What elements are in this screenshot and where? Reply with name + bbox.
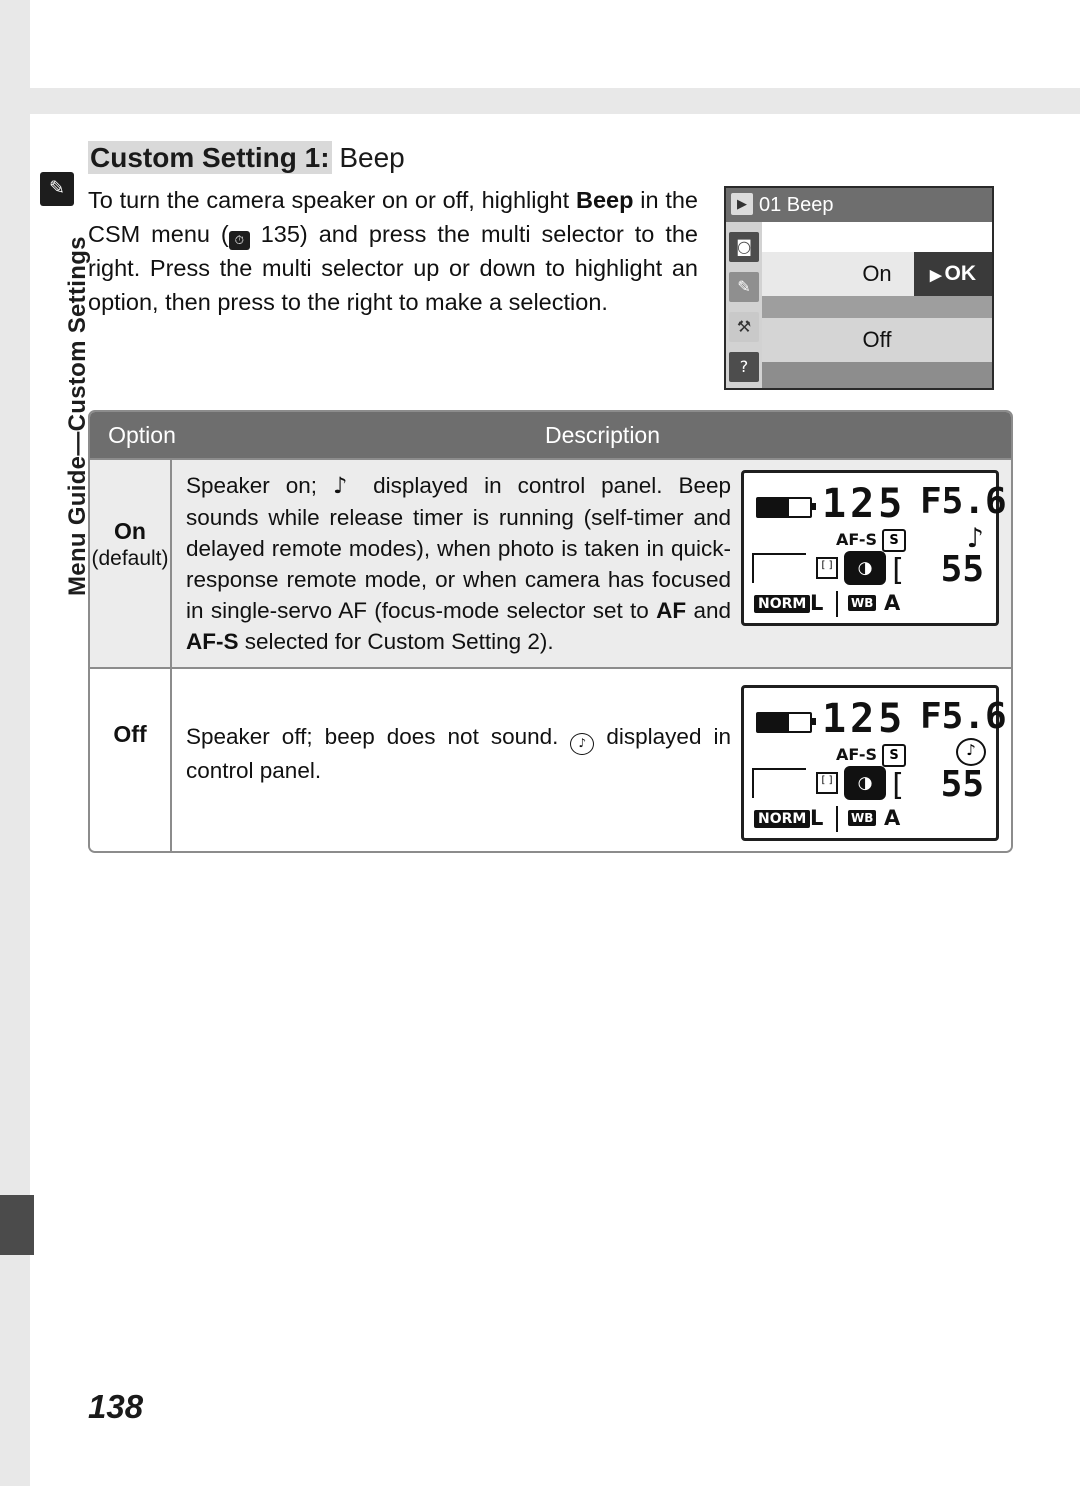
camera-icon[interactable]: ◙ xyxy=(729,232,759,262)
control-panel-illustration-on: 125 F5.6 AF-S S ♪ [ ] ◑ [ 55 NORM L WB A xyxy=(741,470,1007,626)
aperture-value: F5.6 xyxy=(920,696,1007,737)
metering-mode-icon: ◑ xyxy=(844,551,886,585)
description-cell-off: Speaker off; beep does not sound. ♪ disp… xyxy=(172,669,1011,851)
white-balance-value: A xyxy=(884,806,901,830)
option-label-off: Off xyxy=(113,721,147,747)
option-cell-off: Off xyxy=(90,669,172,851)
self-timer-icon: ⏱ xyxy=(228,231,250,250)
left-chapter-tab xyxy=(0,1195,34,1255)
play-icon: ▶ xyxy=(731,193,753,215)
menu-row-blank-bottom xyxy=(762,362,992,388)
table-header-row: Option Description xyxy=(90,412,1011,458)
description-cell-on: Speaker on; ♪ displayed in control panel… xyxy=(172,460,1011,667)
ok-arrow-icon: ▶ xyxy=(929,267,942,284)
panel-rule-horizontal xyxy=(752,768,806,770)
desc-on-bold-af: AF xyxy=(656,598,687,623)
control-panel-illustration-off: 125 F5.6 AF-S S ♪ [ ] ◑ [ 55 NORM L WB A xyxy=(741,685,1007,841)
aperture-value: F5.6 xyxy=(920,481,1007,522)
description-text-off: Speaker off; beep does not sound. ♪ disp… xyxy=(186,679,731,841)
beep-note-icon: ♪ xyxy=(333,473,358,499)
pencil-icon[interactable]: ✎ xyxy=(729,272,759,302)
option-default-note: (default) xyxy=(91,547,169,570)
page-title: Custom Setting 1: Beep xyxy=(88,141,405,174)
af-mode-label: AF-S xyxy=(836,530,877,549)
desc-on-mid2: and xyxy=(686,598,731,623)
shutter-speed-value: 125 xyxy=(822,481,907,527)
image-size-label: L xyxy=(810,591,824,615)
running-head: ✎ Menu Guide—Custom Settings xyxy=(36,172,91,652)
camera-menu-screenshot: ▶ 01 Beep ◙ ✎ ⚒ ? On ▶ OK Off xyxy=(724,186,994,390)
mute-icon: ♪ xyxy=(570,733,595,755)
desc-off-pre: Speaker off; beep does not sound. xyxy=(186,724,571,749)
table-row: On (default) Speaker on; ♪ displayed in … xyxy=(90,458,1011,667)
page-number: 138 xyxy=(88,1388,144,1425)
question-icon[interactable]: ? xyxy=(729,352,759,382)
desc-on-bold-afs: AF-S xyxy=(186,629,239,654)
menu-title-label: 01 Beep xyxy=(759,194,834,216)
focus-bracket-icon: [ ] xyxy=(816,772,838,794)
image-quality-label: NORM xyxy=(754,810,811,828)
shutter-speed-value: 125 xyxy=(822,696,907,742)
left-margin-strip xyxy=(0,0,30,1486)
intro-part1: To turn the camera speaker on or off, hi… xyxy=(88,187,576,213)
page-header-rule xyxy=(0,88,1080,114)
menu-titlebar: ▶ 01 Beep xyxy=(726,188,992,222)
options-table: Option Description On (default) Speaker … xyxy=(88,410,1013,853)
frames-remaining-value: 55 xyxy=(940,549,984,590)
column-header-description: Description xyxy=(544,422,661,448)
mute-indicator-icon: ♪ xyxy=(956,738,986,766)
wrench-icon[interactable]: ⚒ xyxy=(729,312,759,342)
page-title-rest: Beep xyxy=(331,142,405,173)
frames-bracket-icon: [ xyxy=(892,768,904,803)
af-mode-label: AF-S xyxy=(836,745,877,764)
battery-icon xyxy=(756,497,816,518)
frames-remaining-value: 55 xyxy=(940,764,984,805)
ok-label: OK xyxy=(944,262,977,285)
panel-divider xyxy=(836,806,838,832)
description-text-on: Speaker on; ♪ displayed in control panel… xyxy=(186,470,731,657)
column-header-option: Option xyxy=(108,422,176,448)
focus-bracket-icon: [ ] xyxy=(816,557,838,579)
frames-bracket-icon: [ xyxy=(892,553,904,588)
table-row: Off Speaker off; beep does not sound. ♪ … xyxy=(90,667,1011,851)
desc-on-end: selected for Custom Setting 2). xyxy=(238,629,554,654)
panel-rule-vertical xyxy=(752,768,754,798)
white-balance-label: WB xyxy=(848,810,877,826)
af-area-box: S xyxy=(882,529,906,552)
option-label-on: On xyxy=(114,518,146,544)
metering-mode-icon: ◑ xyxy=(844,766,886,800)
intro-bold-beep: Beep xyxy=(575,187,634,213)
white-balance-label: WB xyxy=(848,595,877,611)
desc-on-pre: Speaker on; xyxy=(186,473,334,498)
image-quality-label: NORM xyxy=(754,595,811,613)
battery-icon xyxy=(756,712,816,733)
image-size-label: L xyxy=(810,806,824,830)
panel-divider xyxy=(836,591,838,617)
menu-option-off[interactable]: Off xyxy=(762,318,992,362)
panel-rule-horizontal xyxy=(752,553,806,555)
panel-rule-vertical xyxy=(752,553,754,583)
menu-ok-button[interactable]: ▶ OK xyxy=(914,252,992,296)
white-balance-value: A xyxy=(884,591,901,615)
option-cell-on: On (default) xyxy=(90,460,172,667)
menu-row-blank-top xyxy=(762,222,992,252)
menu-row-gap xyxy=(762,296,992,318)
intro-paragraph: To turn the camera speaker on or off, hi… xyxy=(88,183,698,319)
af-area-box: S xyxy=(882,744,906,767)
page-top-band xyxy=(0,0,1080,88)
page-title-highlight: Custom Setting 1: xyxy=(88,141,332,174)
